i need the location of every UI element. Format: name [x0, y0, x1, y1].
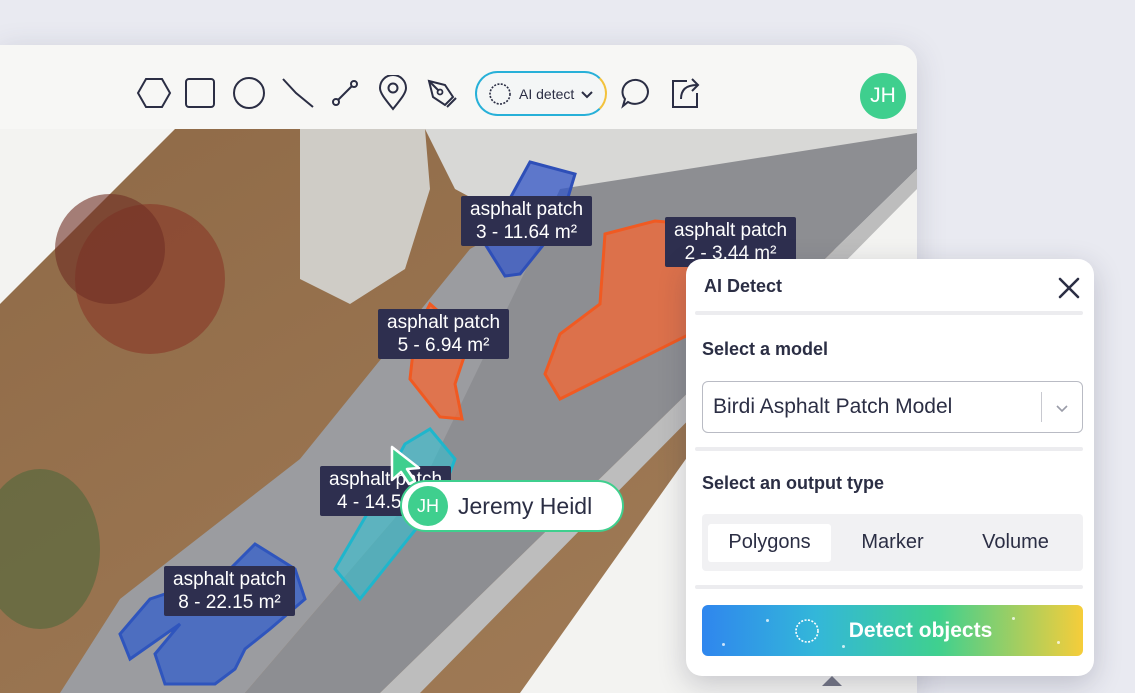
- sparkle: [1012, 617, 1015, 620]
- ai-ring-icon: [489, 82, 511, 105]
- patch-label-8-name: asphalt patch: [173, 569, 287, 590]
- output-option-polygons[interactable]: Polygons: [708, 523, 831, 562]
- share-tool[interactable]: [665, 73, 705, 113]
- rectangle-tool[interactable]: [180, 73, 220, 113]
- circle-tool[interactable]: [229, 73, 269, 113]
- toolbar: AI detect JH: [0, 45, 917, 129]
- map-pin-icon: [378, 75, 408, 111]
- patch-label-8: asphalt patch 8 - 22.15 m²: [164, 566, 296, 616]
- collaborator-avatar: JH: [408, 486, 448, 526]
- hexagon-tool[interactable]: [134, 73, 174, 113]
- sparkle: [1057, 641, 1060, 644]
- panel-divider: [695, 311, 1083, 315]
- polyline-icon: [282, 78, 314, 108]
- panel-title: AI Detect: [704, 276, 783, 296]
- select-separator: [1041, 392, 1042, 422]
- patch-label-3: asphalt patch 3 - 11.64 m²: [461, 196, 593, 246]
- sparkle: [842, 645, 845, 648]
- patch-label-5: asphalt patch 5 - 6.94 m²: [378, 309, 510, 359]
- model-label: Select a model: [702, 339, 829, 359]
- ai-detect-panel: AI Detect Select a model Birdi Asphalt P…: [686, 259, 1094, 676]
- collaborator-tag: JH Jeremy Heidl: [400, 480, 624, 532]
- ai-detect-dropdown[interactable]: AI detect: [475, 71, 607, 116]
- panel-tail: [822, 676, 842, 686]
- line-tool[interactable]: [325, 73, 365, 113]
- chevron-down-icon: [581, 90, 593, 98]
- output-option-volume[interactable]: Volume: [954, 524, 1077, 562]
- output-type-selector: Polygons Marker Volume: [702, 514, 1083, 571]
- comment-tool[interactable]: [617, 73, 657, 113]
- output-type-label: Select an output type: [702, 473, 885, 493]
- model-select-value: Birdi Asphalt Patch Model: [713, 395, 953, 418]
- patch-label-3-name: asphalt patch: [470, 199, 584, 220]
- detect-objects-button[interactable]: Detect objects: [702, 605, 1083, 656]
- rectangle-icon: [185, 78, 215, 108]
- ai-ring-icon: [794, 618, 819, 643]
- chevron-down-icon: [1056, 405, 1068, 413]
- sparkle: [722, 643, 725, 646]
- patch-label-5-name: asphalt patch: [387, 312, 501, 333]
- comment-icon: [621, 78, 649, 109]
- marker-tool[interactable]: [373, 73, 413, 113]
- hexagon-icon: [136, 78, 172, 108]
- polyline-tool[interactable]: [278, 73, 318, 113]
- patch-label-2-name: asphalt patch: [674, 220, 788, 241]
- patch-label-3-value: 3 - 11.64 m²: [476, 222, 578, 243]
- line-icon: [332, 80, 358, 106]
- pen-icon: [427, 79, 457, 108]
- share-icon: [672, 78, 700, 108]
- user-avatar[interactable]: JH: [860, 73, 906, 119]
- panel-divider: [695, 447, 1083, 451]
- ai-detect-label: AI detect: [519, 85, 575, 102]
- circle-icon: [233, 77, 265, 109]
- output-option-marker[interactable]: Marker: [831, 524, 954, 562]
- patch-label-8-value: 8 - 22.15 m²: [178, 592, 281, 613]
- close-icon[interactable]: [1054, 273, 1084, 303]
- panel-divider: [695, 585, 1083, 589]
- map-tree-shadow: [55, 194, 165, 304]
- pen-tool[interactable]: [421, 73, 461, 113]
- detect-objects-label: Detect objects: [848, 618, 993, 642]
- model-select[interactable]: Birdi Asphalt Patch Model: [702, 381, 1083, 433]
- patch-label-5-value: 5 - 6.94 m²: [397, 335, 490, 356]
- collaborator-name: Jeremy Heidl: [458, 492, 593, 519]
- sparkle: [766, 619, 769, 622]
